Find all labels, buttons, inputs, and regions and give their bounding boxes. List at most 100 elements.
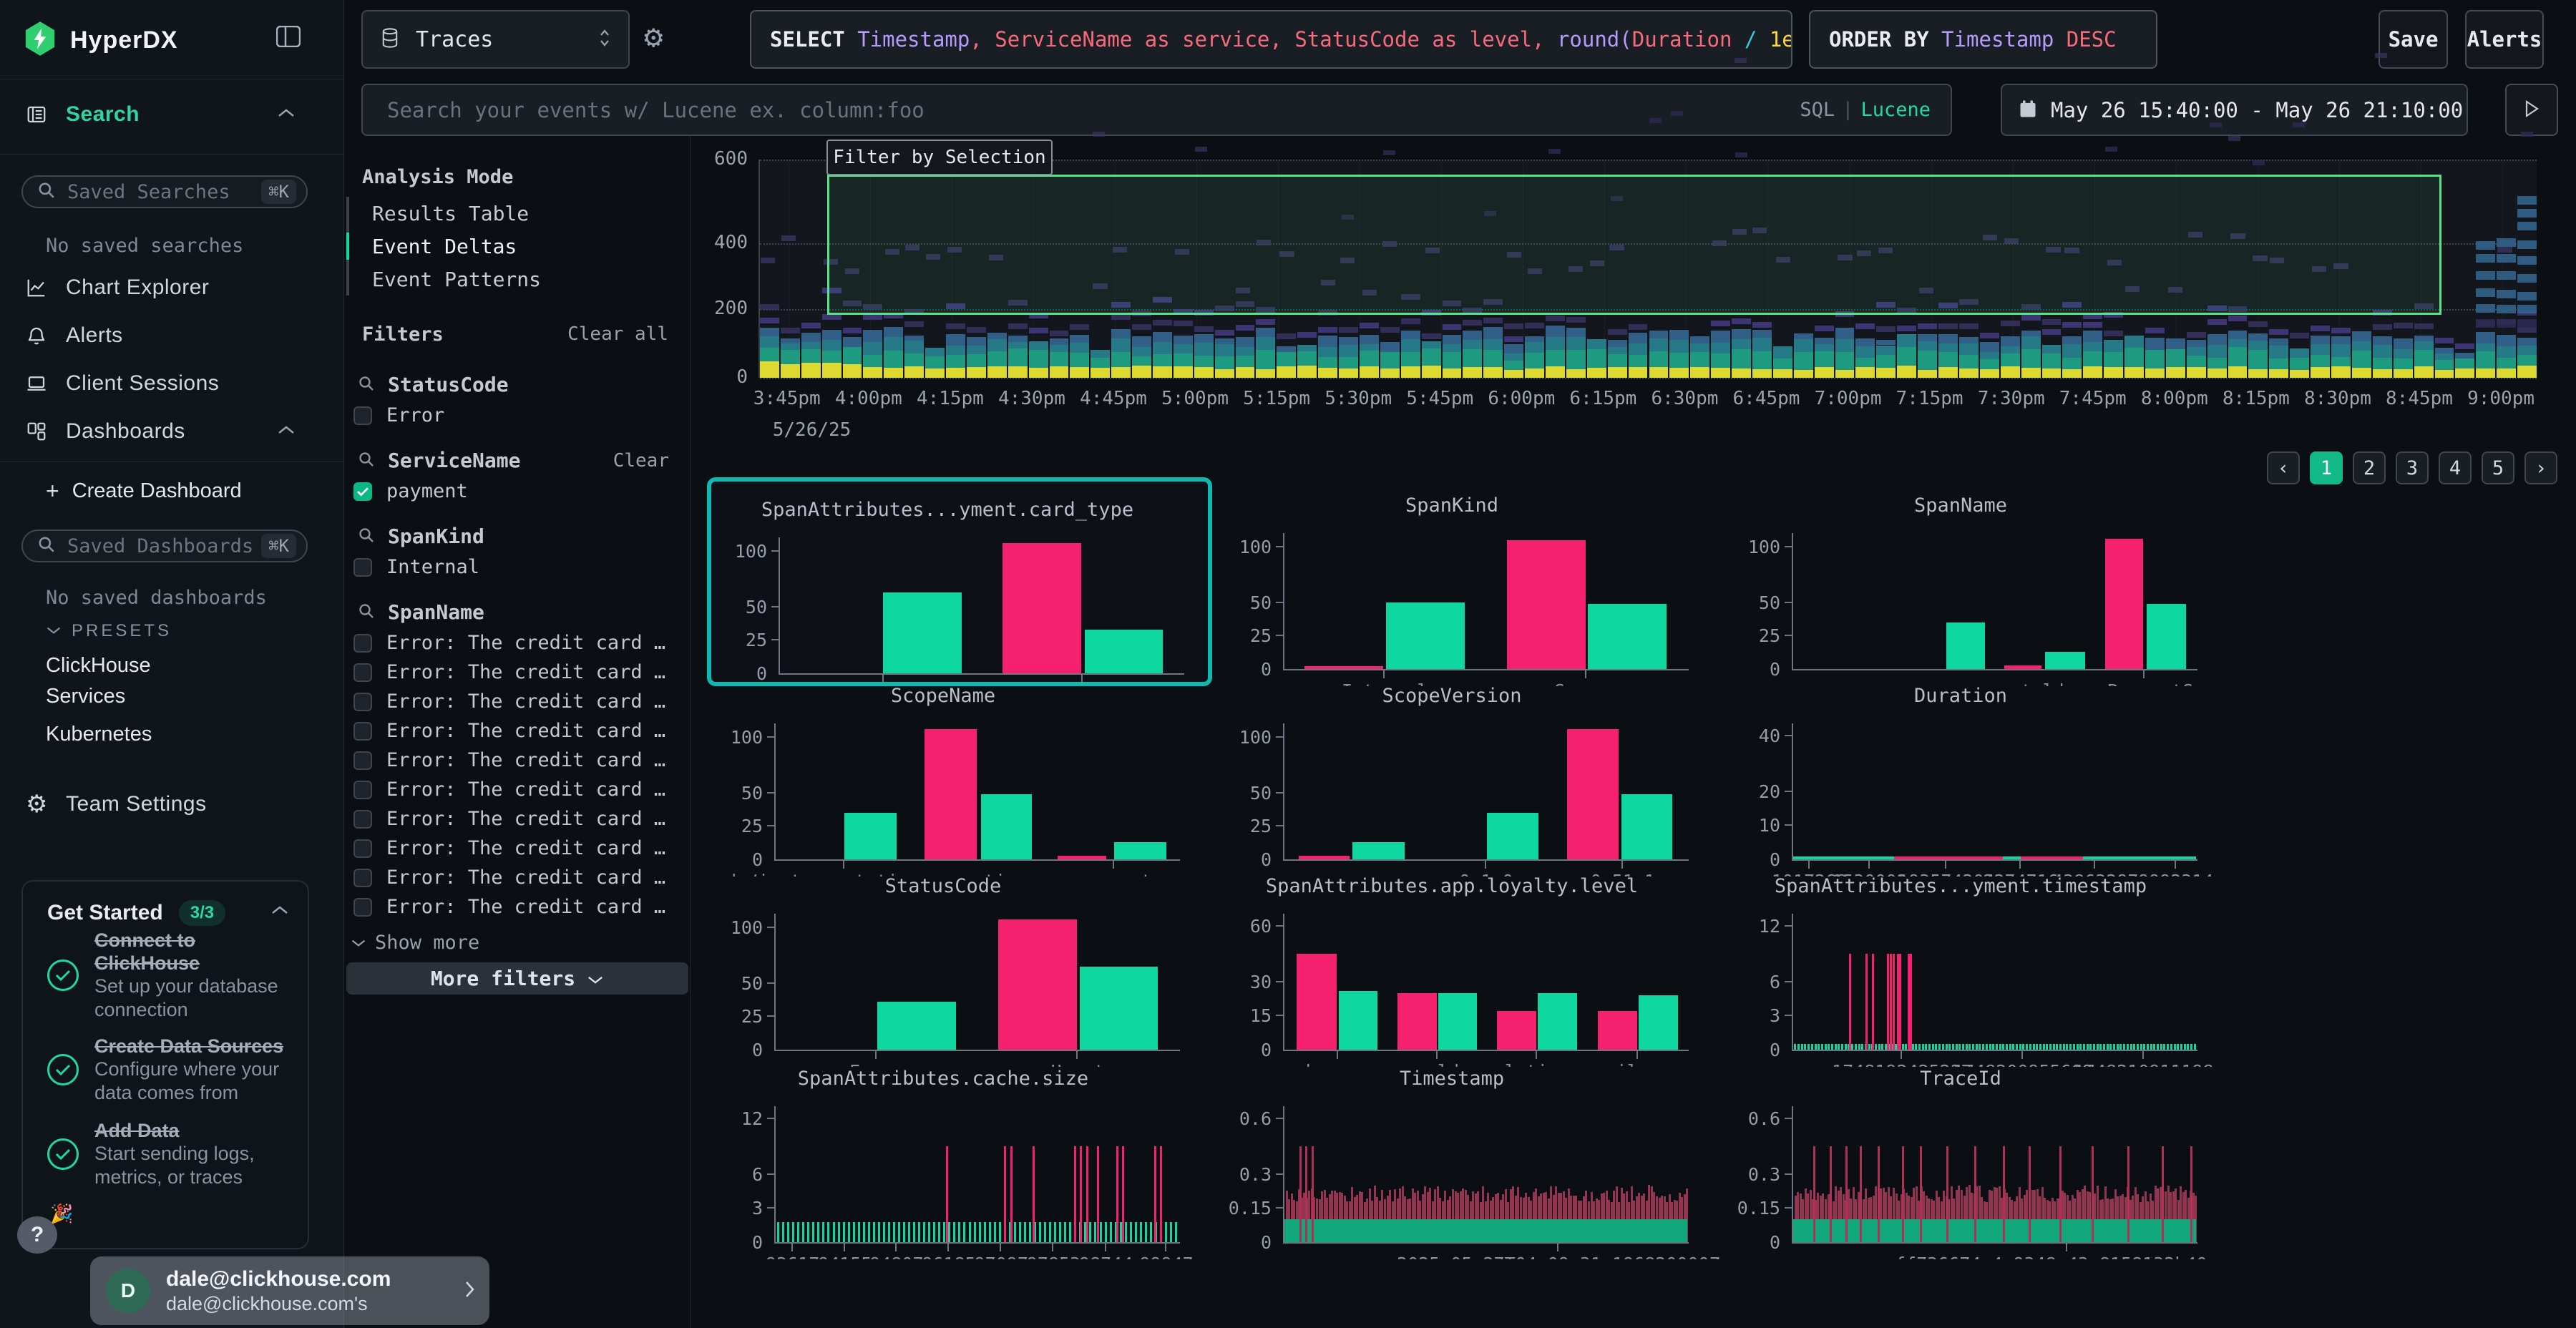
- bar: [2016, 1044, 2018, 1050]
- filter-option[interactable]: Error: The credit card …: [353, 628, 691, 658]
- pagination-page-1[interactable]: 1: [2310, 451, 2343, 484]
- checkbox[interactable]: [353, 869, 372, 887]
- clear-all-filters-button[interactable]: Clear all: [567, 323, 668, 345]
- filter-option[interactable]: Error: The credit card …: [353, 834, 691, 863]
- run-query-button[interactable]: [2505, 84, 2558, 136]
- checkbox[interactable]: [353, 751, 372, 770]
- filter-option[interactable]: Error: The credit card …: [353, 863, 691, 892]
- filter-option[interactable]: Error: [353, 401, 691, 430]
- sidebar-collapse-icon[interactable]: [276, 26, 301, 47]
- mini-chart-spanattributes-app-loyalty-level[interactable]: SpanAttributes.app.loyalty.level0153060b…: [1216, 858, 1721, 1067]
- filter-option[interactable]: Error: The credit card …: [353, 775, 691, 804]
- checkbox[interactable]: [353, 839, 372, 858]
- search-icon[interactable]: [358, 527, 375, 547]
- analysis-mode-event-patterns[interactable]: Event Patterns: [372, 263, 541, 296]
- sidebar-item-dashboards[interactable]: Dashboards: [0, 414, 344, 449]
- sidebar-item-search[interactable]: Search: [0, 97, 344, 132]
- saved-dashboards-input[interactable]: Saved Dashboards ⌘K: [21, 529, 308, 562]
- filter-option[interactable]: Error: The credit card …: [353, 687, 691, 716]
- clear-filter-button[interactable]: Clear: [613, 450, 669, 472]
- presets-toggle[interactable]: PRESETS: [46, 621, 172, 641]
- lang-sql-option[interactable]: SQL: [1800, 99, 1835, 121]
- pagination-page-3[interactable]: 3: [2396, 451, 2429, 484]
- chevron-up-icon[interactable]: [270, 904, 289, 919]
- checkbox[interactable]: [353, 810, 372, 829]
- checkbox[interactable]: [353, 482, 372, 501]
- pagination-page-4[interactable]: 4: [2439, 451, 2472, 484]
- preset-services[interactable]: Services: [46, 685, 125, 708]
- mini-chart-statuscode[interactable]: StatusCode02550100ErrorUnset: [707, 858, 1212, 1067]
- get-started-step-add-data[interactable]: Add Data Start sending logs, metrics, or…: [47, 1119, 298, 1189]
- pagination-page-2[interactable]: 2: [2353, 451, 2386, 484]
- analysis-mode-results-table[interactable]: Results Table: [372, 197, 529, 230]
- sidebar-item-chart-explorer[interactable]: Chart Explorer: [0, 270, 344, 305]
- search-icon[interactable]: [358, 602, 375, 622]
- save-button[interactable]: Save: [2379, 10, 2448, 69]
- date-range-picker[interactable]: May 26 15:40:00 - May 26 21:10:00: [2001, 84, 2468, 136]
- pagination-prev-button[interactable]: ‹: [2267, 451, 2300, 484]
- checkbox[interactable]: [353, 722, 372, 741]
- bar: [1910, 954, 1912, 1050]
- saved-searches-input[interactable]: Saved Searches ⌘K: [21, 175, 308, 208]
- filter-option[interactable]: Error: The credit card …: [353, 746, 691, 775]
- checkbox[interactable]: [353, 693, 372, 711]
- heatmap-plot[interactable]: [758, 160, 2537, 378]
- pagination-page-5[interactable]: 5: [2482, 451, 2514, 484]
- query-language-toggle[interactable]: SQL|Lucene: [1800, 99, 1931, 121]
- checkbox[interactable]: [353, 406, 372, 425]
- user-menu[interactable]: D dale@clickhouse.com dale@clickhouse.co…: [90, 1256, 489, 1325]
- help-button[interactable]: ?: [17, 1216, 57, 1254]
- mini-chart-scopename[interactable]: ScopeName02550100@hyperdx/instrumentatio…: [707, 668, 1212, 877]
- sidebar-item-team-settings[interactable]: ⚙ Team Settings: [0, 787, 344, 821]
- filter-option[interactable]: Error: The credit card …: [353, 804, 691, 834]
- checkbox[interactable]: [353, 898, 372, 917]
- filter-by-selection-button[interactable]: Filter by Selection: [826, 140, 1053, 175]
- analysis-mode-event-deltas[interactable]: Event Deltas: [372, 230, 517, 263]
- mini-chart-spanname[interactable]: SpanName02550100grpc.oteldemo.PaymentSer…: [1724, 477, 2230, 686]
- mini-chart-traceid[interactable]: TraceId00.150.30.6ff736674e4a9348c43e815…: [1724, 1050, 2230, 1259]
- filter-option[interactable]: Error: The credit card …: [353, 716, 691, 746]
- source-settings-gear-icon[interactable]: ⚙: [644, 19, 663, 55]
- bar: [2127, 1146, 2129, 1242]
- preset-kubernetes[interactable]: Kubernetes: [46, 723, 152, 746]
- heatmap-cell: [1050, 338, 1069, 344]
- search-icon[interactable]: [358, 451, 375, 471]
- order-by-input[interactable]: ORDER BY Timestamp DESC: [1809, 10, 2157, 69]
- x-tick-label: 97853: [1027, 1254, 1080, 1259]
- more-filters-button[interactable]: More filters: [346, 962, 688, 995]
- heatmap-cell: [884, 337, 903, 351]
- mini-chart-spankind[interactable]: SpanKind02550100InternalServer: [1216, 477, 1721, 686]
- filter-option[interactable]: Internal: [353, 552, 691, 582]
- create-dashboard-button[interactable]: + Create Dashboard: [46, 478, 242, 504]
- alerts-button[interactable]: Alerts: [2465, 10, 2544, 69]
- show-more-button[interactable]: Show more: [351, 932, 691, 954]
- events-heatmap-chart[interactable]: 02004006003:45pm4:00pm4:15pm4:30pm4:45pm…: [691, 136, 2576, 472]
- filter-option[interactable]: Error: The credit card …: [353, 892, 691, 922]
- search-icon[interactable]: [358, 375, 375, 395]
- filter-option[interactable]: Error: The credit card …: [353, 658, 691, 687]
- checkbox[interactable]: [353, 663, 372, 682]
- mini-chart-timestamp[interactable]: Timestamp00.150.30.62025-05-27T04:09:31.…: [1216, 1050, 1721, 1259]
- event-search-input[interactable]: Search your events w/ Lucene ex. column:…: [361, 84, 1952, 136]
- lang-lucene-option[interactable]: Lucene: [1860, 99, 1931, 121]
- source-select[interactable]: Traces: [361, 10, 630, 69]
- mini-chart-spanattributes-yment-card-type[interactable]: SpanAttributes...yment.card_type02550100…: [707, 477, 1212, 686]
- get-started-step-connect[interactable]: Connect to ClickHouse Set up your databa…: [47, 929, 298, 1022]
- preset-clickhouse[interactable]: ClickHouse: [46, 654, 151, 678]
- get-started-step-sources[interactable]: Create Data Sources Configure where your…: [47, 1035, 298, 1105]
- pagination-next-button[interactable]: ›: [2524, 451, 2557, 484]
- sidebar-item-alerts[interactable]: Alerts: [0, 318, 344, 353]
- mini-chart-scopeversion[interactable]: ScopeVersion025501000.1.00.51.1: [1216, 668, 1721, 877]
- mini-chart-spanattributes-cache-size[interactable]: SpanAttributes.cache.size036129261794155…: [707, 1050, 1212, 1259]
- mini-chart-spanattributes-yment-timestamp[interactable]: SpanAttributes...yment.timestamp03612174…: [1724, 858, 2230, 1067]
- filter-option[interactable]: payment: [353, 477, 691, 506]
- mini-chart-duration[interactable]: Duration01020401017268153000219357420422…: [1724, 668, 2230, 877]
- checkbox[interactable]: [353, 558, 372, 577]
- sidebar-item-client-sessions[interactable]: Client Sessions: [0, 366, 344, 401]
- heatmap-cell: [1194, 367, 1214, 378]
- checkbox[interactable]: [353, 781, 372, 799]
- checkbox[interactable]: [353, 634, 372, 653]
- heatmap-selection-region[interactable]: [827, 175, 2441, 314]
- sql-select-input[interactable]: SELECT Timestamp, ServiceName as service…: [750, 10, 1792, 69]
- bar: [877, 1002, 956, 1050]
